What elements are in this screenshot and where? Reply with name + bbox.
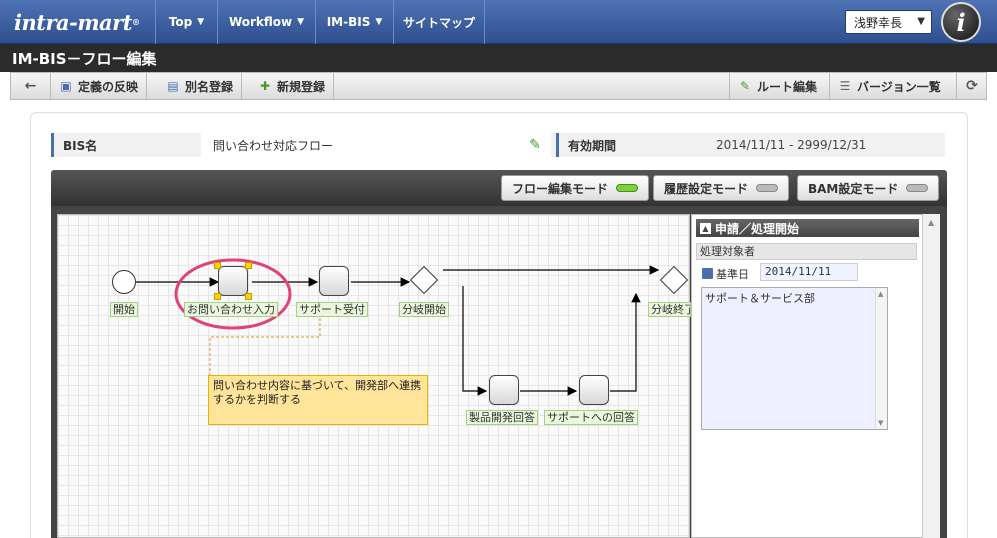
bam-mode-button[interactable]: BAM設定モード: [797, 175, 940, 201]
calendar-icon[interactable]: [702, 268, 713, 279]
base-date-input[interactable]: 2014/11/11: [760, 263, 858, 281]
intra-mart-logo[interactable]: intra-mart ®: [0, 0, 155, 44]
property-panel-header[interactable]: ▲ 申請／処理開始: [696, 219, 919, 237]
task-product-dev-answer[interactable]: [489, 375, 519, 405]
top-navigation: intra-mart ® Top ▼ Workflow ▼ IM-BIS ▼ サイトマッ…: [0, 0, 997, 44]
page-title: IM-BIS－フロー編集: [12, 49, 157, 68]
resize-handle[interactable]: [245, 262, 252, 269]
task-support-answer[interactable]: [579, 375, 609, 405]
user-name: 浅野幸長: [854, 15, 903, 30]
new-register-label: 新規登録: [277, 79, 326, 94]
property-panel-title: 申請／処理開始: [715, 221, 800, 236]
assignee-list[interactable]: サポート＆サービス部 ▲ ▼: [701, 287, 888, 430]
flow-edit-mode-button[interactable]: フロー編集モード: [501, 175, 650, 201]
collapse-icon[interactable]: ▲: [700, 222, 711, 234]
start-label[interactable]: 開始: [110, 302, 138, 317]
support-receipt-label[interactable]: サポート受付: [296, 302, 368, 317]
caret-down-icon: ▼: [917, 16, 925, 27]
reflect-definition-label: 定義の反映: [78, 79, 139, 94]
route-edit-label: ルート編集: [757, 79, 818, 94]
task-inquiry-input[interactable]: [218, 266, 248, 296]
period-value: 2014/11/11 - 2999/12/31: [716, 133, 945, 157]
mode-off-indicator-icon: [756, 184, 779, 192]
alias-register-button[interactable]: ▤ 別名登録: [158, 73, 243, 99]
chevron-down-icon: ▼: [375, 17, 383, 27]
bam-mode-label: BAM設定モード: [808, 181, 899, 196]
flow-edit-mode-label: フロー編集モード: [512, 181, 609, 196]
new-register-button[interactable]: ✚ 新規登録: [250, 73, 335, 99]
scroll-down-icon[interactable]: ▼: [878, 419, 883, 427]
chevron-down-icon: ▼: [197, 17, 205, 27]
route-edit-button[interactable]: ✎ ルート編集: [729, 73, 825, 99]
flow-canvas[interactable]: 開始 お問い合わせ入力 サポート受付 分岐開始 分岐終了 製品開発回答 サポート…: [57, 214, 691, 538]
nav-workflow-label: Workflow: [228, 15, 293, 29]
list-icon: ☰: [839, 79, 851, 93]
property-panel: ▲ 申請／処理開始 処理対象者 基準日 2014/11/11 サポート＆サービス部…: [691, 214, 940, 538]
bis-name-label: BIS名: [51, 133, 201, 157]
back-arrow-icon: ←: [24, 78, 37, 94]
editor-header: フロー編集モード 履歴設定モード BAM設定モード: [51, 170, 947, 206]
nav-top[interactable]: Top ▼: [155, 0, 217, 44]
nav-top-label: Top: [168, 15, 193, 29]
resize-handle[interactable]: [214, 293, 221, 300]
page-title-bar: IM-BIS－フロー編集: [0, 44, 997, 72]
connector-line[interactable]: [610, 292, 641, 392]
back-button[interactable]: ←: [11, 73, 51, 99]
history-mode-label: 履歴設定モード: [664, 181, 749, 196]
support-answer-label[interactable]: サポートへの回答: [544, 410, 638, 425]
version-list-label: バージョン一覧: [857, 79, 941, 94]
chevron-down-icon: ▼: [297, 17, 305, 27]
branch-start-label[interactable]: 分岐開始: [399, 302, 449, 317]
base-date-label-text: 基準日: [716, 268, 749, 281]
nav-sitemap-label: サイトマップ: [402, 15, 475, 30]
scroll-up-icon[interactable]: ▲: [928, 218, 934, 227]
mode-off-indicator-icon: [906, 184, 929, 192]
branch-end-label[interactable]: 分岐終了: [648, 302, 691, 317]
nav-im-bis-label: IM-BIS: [326, 15, 371, 29]
bis-info-row: BIS名 問い合わせ対応フロー ✎ 有効期間 2014/11/11 - 2999…: [51, 133, 945, 157]
inquiry-input-label[interactable]: お問い合わせ入力: [184, 302, 278, 317]
base-date-label: 基準日: [702, 266, 749, 282]
connector-line[interactable]: [462, 286, 488, 396]
logo-registered-mark: ®: [131, 17, 140, 27]
start-event[interactable]: [112, 270, 136, 294]
history-mode-button[interactable]: 履歴設定モード: [653, 175, 790, 201]
resize-handle[interactable]: [214, 262, 221, 269]
nav-im-bis[interactable]: IM-BIS ▼: [315, 0, 393, 44]
nav-sitemap[interactable]: サイトマップ: [393, 0, 485, 44]
assignee-section-header: 処理対象者: [696, 243, 917, 260]
resize-handle[interactable]: [245, 293, 252, 300]
scroll-up-icon[interactable]: ▲: [878, 290, 883, 298]
info-icon[interactable]: i: [941, 2, 981, 42]
logo-text: intra-mart: [14, 9, 132, 35]
task-support-receipt[interactable]: [319, 266, 349, 296]
alias-register-label: 別名登録: [185, 79, 234, 94]
panel-scrollbar[interactable]: ▲: [922, 214, 940, 538]
save-alias-icon: ▤: [167, 79, 179, 93]
mode-on-indicator-icon: [616, 184, 639, 192]
product-dev-answer-label[interactable]: 製品開発回答: [466, 410, 538, 425]
toolbar: ← ▣ 定義の反映 ▤ 別名登録 ✚ 新規登録 ✎ ルート編集 ☰ バージョン一覧 ⟳: [10, 72, 987, 100]
refresh-button[interactable]: ⟳: [956, 73, 987, 99]
note-connector: [209, 308, 321, 375]
reflect-definition-button[interactable]: ▣ 定義の反映: [51, 73, 148, 99]
bis-name-value: 問い合わせ対応フロー: [201, 133, 551, 157]
new-document-icon: ✚: [259, 79, 271, 93]
user-menu-dropdown[interactable]: 浅野幸長 ▼: [845, 10, 932, 34]
period-label: 有効期間: [556, 133, 706, 157]
version-list-button[interactable]: ☰ バージョン一覧: [829, 73, 949, 99]
assignee-item[interactable]: サポート＆サービス部: [705, 292, 815, 305]
deploy-icon: ▣: [60, 79, 72, 93]
list-scrollbar[interactable]: ▲ ▼: [875, 288, 887, 429]
annotation-note[interactable]: 問い合わせ内容に基づいて、開発部へ連携するかを判断する: [208, 375, 428, 425]
pencil-icon: ✎: [739, 79, 751, 93]
edit-bis-name-icon[interactable]: ✎: [527, 137, 543, 153]
nav-workflow[interactable]: Workflow ▼: [217, 0, 315, 44]
refresh-icon: ⟳: [966, 78, 978, 94]
